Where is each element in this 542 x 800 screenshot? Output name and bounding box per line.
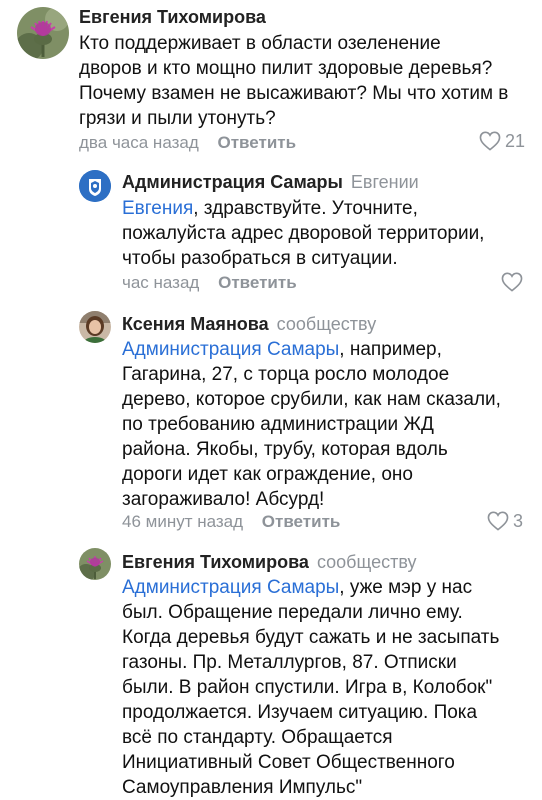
comment-author[interactable]: Администрация Самары — [122, 172, 343, 192]
comment-text: Администрация Самары, уже мэр у нас был.… — [122, 577, 500, 798]
heart-icon — [487, 511, 509, 531]
mention-link[interactable]: Администрация Самары — [122, 339, 339, 360]
reply-button[interactable]: Ответить — [217, 133, 296, 152]
avatar-evgenia[interactable] — [17, 7, 69, 59]
like-button[interactable]: 21 — [479, 131, 525, 151]
heart-icon — [501, 272, 523, 292]
avatar-kseniya[interactable] — [79, 311, 111, 343]
user-photo-icon — [79, 311, 111, 343]
comment-author-line: Администрация Самары Евгении — [122, 171, 419, 193]
comment-author[interactable]: Ксения Маянова — [122, 314, 269, 334]
comment-author-line: Евгения Тихомирова сообществу — [122, 551, 417, 573]
like-button[interactable] — [501, 272, 523, 292]
reply-button[interactable]: Ответить — [262, 512, 341, 531]
heart-icon — [479, 131, 501, 151]
like-count: 3 — [513, 511, 524, 531]
comment-author-line: Ксения Маянова сообществу — [122, 313, 376, 335]
reply-button[interactable]: Ответить — [218, 273, 297, 292]
thistle-flower-icon — [79, 548, 111, 580]
like-button[interactable]: 3 — [487, 511, 523, 531]
reply-to[interactable]: сообществу — [277, 314, 377, 334]
comment-meta: час назад Ответить — [122, 273, 297, 293]
comment-time: 46 минут назад — [122, 512, 244, 531]
comment-author[interactable]: Евгения Тихомирова — [79, 6, 266, 28]
avatar-evgenia[interactable] — [79, 548, 111, 580]
comment-text: Администрация Самары, например, Гагарина… — [122, 339, 501, 510]
comment-time: два часа назад — [79, 133, 199, 152]
comment-author[interactable]: Евгения Тихомирова — [122, 552, 309, 572]
mention-link[interactable]: Евгения — [122, 198, 193, 219]
comment-text: Евгения, здравствуйте. Уточните, пожалуй… — [122, 198, 485, 269]
comment-time: час назад — [122, 273, 200, 292]
like-count: 21 — [505, 131, 526, 151]
comment-text: Кто поддерживает в области озеленение дв… — [79, 33, 509, 129]
avatar-admin[interactable] — [79, 170, 111, 202]
comment-meta: 46 минут назад Ответить — [122, 512, 340, 532]
comment-meta: два часа назад Ответить — [79, 133, 296, 153]
thistle-flower-icon — [17, 7, 69, 59]
city-emblem-icon — [79, 170, 111, 202]
mention-link[interactable]: Администрация Самары — [122, 577, 339, 598]
reply-to[interactable]: сообществу — [317, 552, 417, 572]
reply-to[interactable]: Евгении — [351, 172, 419, 192]
